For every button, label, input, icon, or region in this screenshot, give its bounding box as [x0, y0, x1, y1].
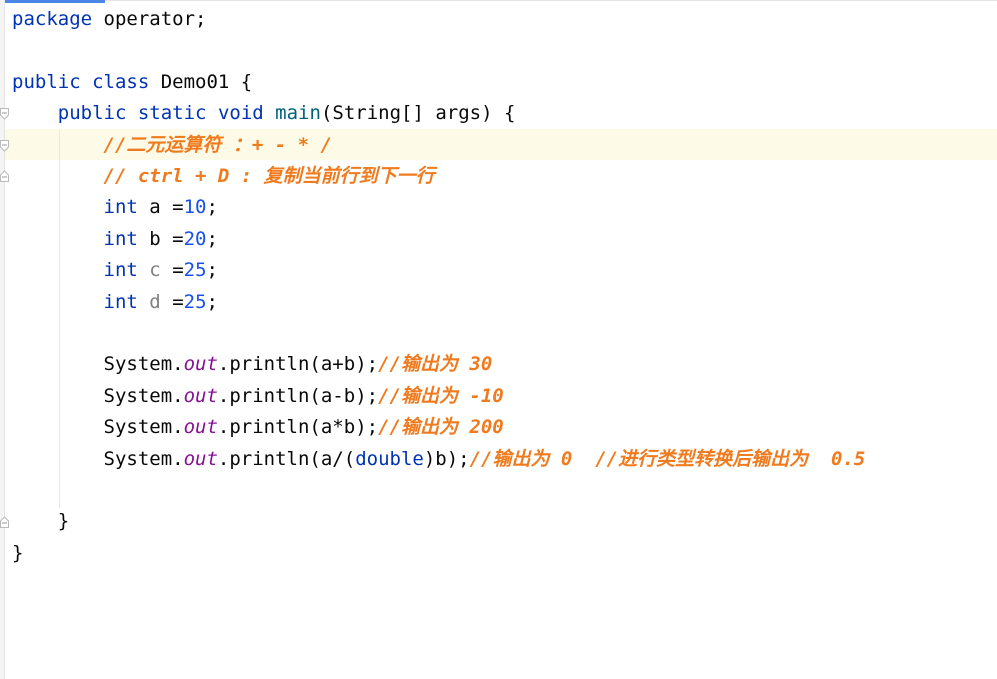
code-token: //输出为 200 [378, 416, 504, 439]
code-token: Demo01 { [149, 70, 253, 93]
code-token: int [103, 196, 138, 219]
code-line[interactable]: int a =10; [12, 192, 218, 223]
code-token: //输出为 -10 [378, 384, 504, 407]
code-token: 20 [183, 227, 207, 250]
code-token: public [12, 70, 81, 93]
editor-top-border [105, 0, 997, 1]
code-token: 25 [183, 290, 207, 313]
code-line[interactable]: package operator; [12, 4, 206, 35]
code-token: .println(a-b); [217, 384, 379, 407]
code-token: a = [137, 196, 184, 219]
code-token: c [149, 259, 161, 282]
code-token: int [103, 259, 138, 282]
code-token: //输出为 30 [378, 353, 493, 376]
active-tab-indicator [0, 0, 105, 3]
code-line[interactable]: public static void main(String[] args) { [12, 98, 516, 129]
code-token: b = [137, 227, 184, 250]
code-token: ; [206, 290, 218, 313]
code-token: .println(a+b); [217, 353, 379, 376]
code-token: .println(a*b); [217, 416, 379, 439]
code-token: ; [206, 196, 218, 219]
code-line[interactable]: System.out.println(a-b);//输出为 -10 [12, 381, 504, 412]
code-token: out [183, 416, 218, 439]
code-token: 10 [183, 196, 207, 219]
code-token: = [160, 259, 184, 282]
fold-close-icon[interactable] [0, 516, 9, 528]
code-token: void [217, 102, 264, 125]
code-token: static [137, 102, 207, 125]
fold-close-icon[interactable] [0, 170, 9, 182]
code-line[interactable]: int d =25; [12, 287, 218, 318]
code-token: //输出为 0 //进行类型转换后输出为 0.5 [469, 447, 866, 470]
code-token: double [355, 447, 424, 470]
code-token: )b); [423, 447, 470, 470]
code-token: d [149, 290, 161, 313]
code-line[interactable]: System.out.println(a*b);//输出为 200 [12, 412, 504, 443]
code-line[interactable]: public class Demo01 { [12, 67, 252, 98]
gutter[interactable] [0, 0, 5, 679]
code-token: package [12, 8, 93, 30]
code-token: operator; [92, 8, 207, 30]
code-token: out [183, 353, 218, 376]
code-line[interactable]: int b =20; [12, 224, 218, 255]
code-token: //二元运算符 ：+ - * / [103, 133, 332, 156]
code-token: System. [12, 416, 184, 439]
code-token: System. [12, 353, 184, 376]
code-token: System. [12, 384, 184, 407]
code-token: out [183, 384, 218, 407]
code-line[interactable]: //二元运算符 ：+ - * / [12, 130, 332, 161]
code-token: = [160, 290, 184, 313]
code-line[interactable]: } [12, 506, 69, 537]
fold-open-icon[interactable] [0, 108, 9, 120]
fold-open-icon[interactable] [0, 140, 9, 152]
code-token: System. [12, 447, 184, 470]
code-token: int [103, 227, 138, 250]
code-token: .println(a/( [217, 447, 356, 470]
code-token: int [103, 290, 138, 313]
code-editor[interactable]: package operator; public class Demo01 { p… [0, 0, 997, 679]
code-token: ; [206, 227, 218, 250]
code-line[interactable]: System.out.println(a/(double)b);//输出为 0 … [12, 444, 866, 475]
code-line[interactable]: System.out.println(a+b);//输出为 30 [12, 349, 493, 380]
code-token: out [183, 447, 218, 470]
code-line[interactable]: } [12, 538, 23, 569]
code-line[interactable]: // ctrl + D : 复制当前行到下一行 [12, 161, 435, 192]
code-token: public [57, 102, 127, 125]
code-token: (String[] args) { [320, 102, 516, 125]
code-token: 25 [183, 259, 207, 282]
code-token: // ctrl + D : 复制当前行到下一行 [103, 165, 435, 187]
code-token: } [12, 541, 24, 564]
code-token: main [275, 102, 321, 125]
code-token: class [92, 70, 150, 93]
code-token: ; [206, 259, 218, 282]
code-token: } [12, 510, 70, 533]
code-line[interactable]: int c =25; [12, 255, 218, 286]
